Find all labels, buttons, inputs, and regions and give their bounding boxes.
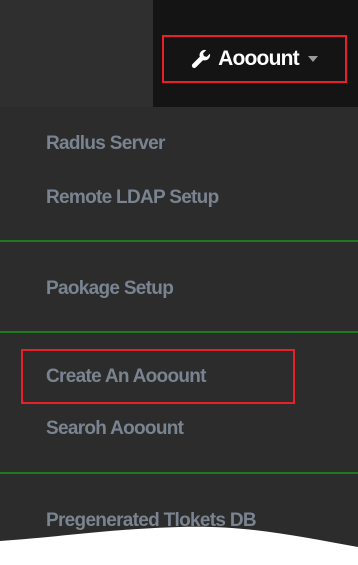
menu-divider — [0, 240, 358, 242]
menu-item-search-account[interactable]: Searoh Aooount — [46, 418, 184, 440]
menu-item-package-setup[interactable]: Paokage Setup — [46, 278, 174, 300]
highlight-box — [21, 349, 295, 404]
menu-item-remote-ldap-setup[interactable]: Remote LDAP Setup — [46, 187, 219, 209]
account-dropdown-menu — [0, 107, 358, 547]
account-dropdown-toggle[interactable]: Aooount — [162, 35, 347, 83]
menu-item-pregenerated-tickets-db[interactable]: Pregenerated Tlokets DB — [46, 510, 257, 532]
menu-item-radius-server[interactable]: Radlus Server — [46, 133, 165, 155]
wrench-icon — [190, 48, 212, 70]
caret-down-icon — [307, 55, 319, 63]
account-label: Aooount — [218, 47, 300, 70]
menu-divider — [0, 331, 358, 333]
menu-divider — [0, 472, 358, 474]
